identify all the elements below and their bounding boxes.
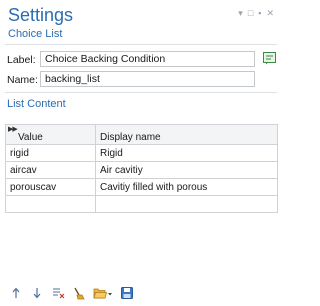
table-row[interactable]: rigid Rigid bbox=[5, 144, 278, 162]
menu-arrow-icon[interactable]: ▾ bbox=[238, 9, 243, 18]
load-from-file-icon[interactable] bbox=[93, 286, 113, 300]
table-header-row: Value Display name bbox=[5, 124, 278, 145]
clear-icon[interactable] bbox=[72, 286, 86, 300]
delete-rows-icon[interactable] bbox=[51, 286, 65, 300]
row-selector-icon: ▶▶ bbox=[8, 126, 18, 133]
move-up-icon[interactable] bbox=[9, 286, 23, 300]
label-field[interactable]: Choice Backing Condition bbox=[40, 51, 255, 67]
maximize-icon[interactable]: □ bbox=[248, 9, 253, 18]
reset-to-default-icon[interactable] bbox=[263, 52, 276, 65]
save-to-file-icon[interactable] bbox=[120, 286, 134, 300]
value-cell[interactable]: rigid bbox=[5, 144, 96, 162]
value-cell[interactable] bbox=[5, 195, 96, 213]
value-cell[interactable]: porouscav bbox=[5, 178, 96, 196]
value-cell[interactable]: aircav bbox=[5, 161, 96, 179]
divider bbox=[5, 92, 277, 93]
close-icon[interactable]: ✕ bbox=[266, 9, 274, 18]
panel-subtitle: Choice List bbox=[8, 28, 63, 40]
column-header-display-name[interactable]: Display name bbox=[95, 124, 278, 145]
display-name-cell[interactable] bbox=[95, 195, 278, 213]
divider bbox=[5, 44, 277, 45]
list-content-table[interactable]: Value Display name rigid Rigid aircav Ai… bbox=[5, 124, 278, 213]
table-row[interactable] bbox=[5, 195, 278, 213]
table-row[interactable]: porouscav Cavitiy filled with porous bbox=[5, 178, 278, 196]
display-name-cell[interactable]: Rigid bbox=[95, 144, 278, 162]
name-caption: Name: bbox=[7, 74, 38, 86]
pin-icon[interactable]: ▪ bbox=[258, 9, 261, 18]
move-down-icon[interactable] bbox=[30, 286, 44, 300]
display-name-cell[interactable]: Air cavitiy bbox=[95, 161, 278, 179]
table-toolbar bbox=[9, 286, 134, 300]
column-header-value[interactable]: Value bbox=[5, 124, 96, 145]
label-caption: Label: bbox=[7, 54, 36, 66]
table-row[interactable]: aircav Air cavitiy bbox=[5, 161, 278, 179]
display-name-cell[interactable]: Cavitiy filled with porous bbox=[95, 178, 278, 196]
panel-title: Settings bbox=[8, 5, 74, 25]
name-field[interactable]: backing_list bbox=[40, 71, 255, 87]
window-controls: ▾ □ ▪ ✕ bbox=[238, 9, 274, 18]
section-heading: List Content bbox=[7, 98, 66, 110]
